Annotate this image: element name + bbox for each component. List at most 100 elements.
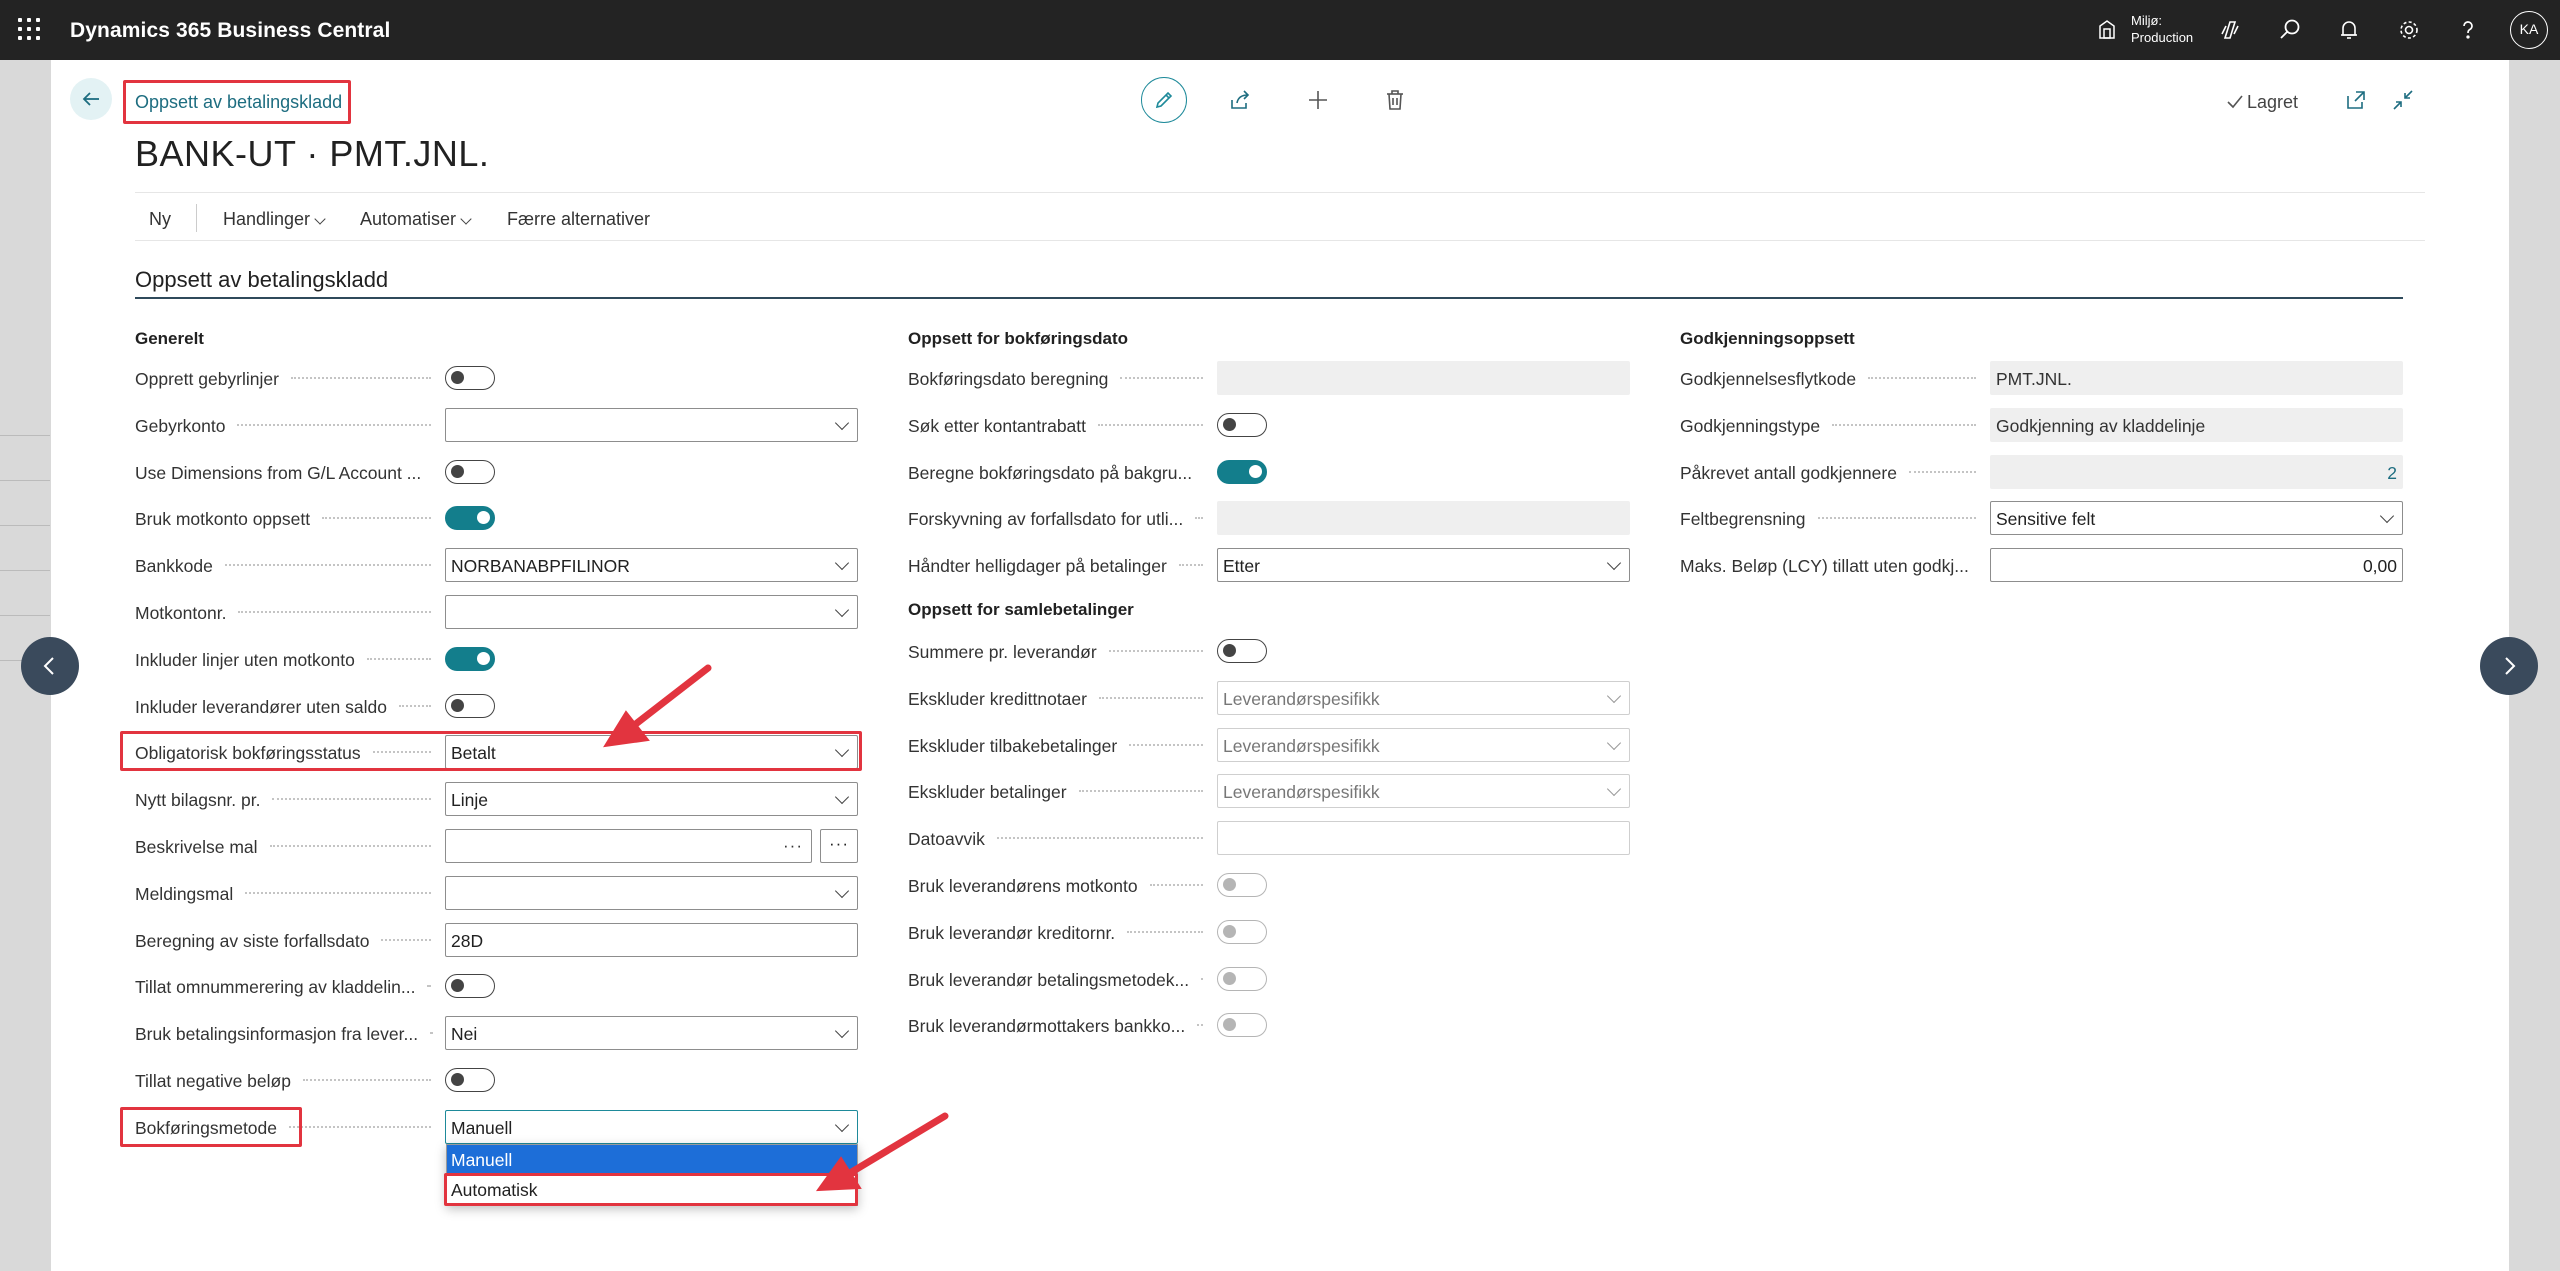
input-field[interactable]: 28D: [445, 923, 858, 957]
next-record-button[interactable]: [2480, 637, 2538, 695]
field-label[interactable]: Opprett gebyrlinjer: [135, 369, 279, 390]
fewer-options-action[interactable]: Færre alternativer: [507, 209, 650, 230]
toggle-switch[interactable]: [445, 460, 495, 484]
field-label[interactable]: Bruk leverandørmottakers bankko...: [908, 1016, 1185, 1037]
field-label[interactable]: Inkluder leverandører uten saldo: [135, 697, 387, 718]
field-value: Betalt: [451, 743, 496, 763]
select-field[interactable]: Etter: [1217, 548, 1630, 582]
new-action[interactable]: Ny: [149, 209, 171, 230]
select-field[interactable]: [445, 595, 858, 629]
toggle-switch[interactable]: [445, 1068, 495, 1092]
field-label[interactable]: Summere pr. leverandør: [908, 642, 1097, 663]
trash-icon[interactable]: [1383, 88, 1407, 112]
edit-button[interactable]: [1141, 77, 1187, 123]
actions-menu[interactable]: Handlinger: [223, 209, 326, 230]
field-label[interactable]: Bruk motkonto oppsett: [135, 509, 310, 530]
input-field[interactable]: ···: [445, 829, 812, 863]
field-value: Manuell: [451, 1118, 513, 1138]
field-label[interactable]: Maks. Beløp (LCY) tillatt uten godkj...: [1680, 556, 1969, 577]
select-field[interactable]: Linje: [445, 782, 858, 816]
field-label[interactable]: Godkjennelsesflytkode: [1680, 369, 1856, 390]
toggle-switch[interactable]: [1217, 413, 1267, 437]
toggle-switch[interactable]: [1217, 460, 1267, 484]
select-field[interactable]: NORBANABPFILINOR: [445, 548, 858, 582]
share-icon[interactable]: [1228, 88, 1252, 112]
toggle-switch[interactable]: [1217, 639, 1267, 663]
field-label[interactable]: Bruk betalingsinformasjon fra lever...: [135, 1024, 418, 1045]
field-label[interactable]: Meldingsmal: [135, 884, 233, 905]
label-leader-dots: [225, 564, 431, 566]
toggle-switch[interactable]: [445, 506, 495, 530]
field-row-bruk-leverand-rens-motkonto: Bruk leverandørens motkonto: [908, 868, 1630, 902]
field-label[interactable]: Ekskluder betalinger: [908, 782, 1067, 803]
select-field[interactable]: Nei: [445, 1016, 858, 1050]
select-field: Leverandørspesifikk: [1217, 728, 1630, 762]
open-new-window-icon[interactable]: [2344, 88, 2368, 112]
input-field: Godkjenning av kladdelinje: [1990, 408, 2403, 442]
toggle-switch[interactable]: [445, 974, 495, 998]
environment-label[interactable]: Miljø: Production: [2131, 12, 2193, 46]
collapse-icon[interactable]: [2391, 88, 2415, 112]
app-launcher-icon[interactable]: [18, 18, 40, 40]
field-label[interactable]: Motkontonr.: [135, 603, 226, 624]
app-title[interactable]: Dynamics 365 Business Central: [70, 19, 390, 43]
field-control: ··· ···: [445, 829, 858, 863]
field-label[interactable]: Søk etter kontantrabatt: [908, 416, 1086, 437]
field-label[interactable]: Bankkode: [135, 556, 213, 577]
label-leader-dots: [381, 939, 431, 941]
gear-icon[interactable]: [2396, 17, 2422, 43]
back-button[interactable]: [70, 78, 112, 120]
search-icon[interactable]: [2277, 17, 2303, 43]
field-label[interactable]: Use Dimensions from G/L Account ...: [135, 463, 421, 484]
toggle-switch[interactable]: [445, 647, 495, 671]
field-label[interactable]: Nytt bilagsnr. pr.: [135, 790, 260, 811]
field-label[interactable]: Beregning av siste forfallsdato: [135, 931, 369, 952]
label-leader-dots: [1868, 377, 1976, 379]
field-label[interactable]: Tillat negative beløp: [135, 1071, 291, 1092]
field-label[interactable]: Bokføringsdato beregning: [908, 369, 1108, 390]
input-field[interactable]: 0,00: [1990, 548, 2403, 582]
field-label[interactable]: Beregne bokføringsdato på bakgru...: [908, 463, 1192, 484]
automate-menu[interactable]: Automatiser: [360, 209, 472, 230]
label-leader-dots: [289, 1126, 431, 1128]
lookup-button[interactable]: ···: [820, 829, 858, 863]
field-label[interactable]: Godkjenningstype: [1680, 416, 1820, 437]
field-label[interactable]: Beskrivelse mal: [135, 837, 258, 858]
select-field[interactable]: Manuell: [445, 1110, 858, 1144]
select-field[interactable]: [445, 408, 858, 442]
field-label[interactable]: Påkrevet antall godkjennere: [1680, 463, 1897, 484]
field-label[interactable]: Datoavvik: [908, 829, 985, 850]
field-label[interactable]: Bruk leverandørens motkonto: [908, 876, 1138, 897]
label-leader-dots: [367, 658, 431, 660]
add-icon[interactable]: [1306, 88, 1330, 112]
previous-record-button[interactable]: [21, 637, 79, 695]
field-label[interactable]: Bruk leverandør kreditornr.: [908, 923, 1115, 944]
field-label[interactable]: Ekskluder kredittnotaer: [908, 689, 1087, 710]
dropdown-option-manual[interactable]: Manuell: [447, 1145, 857, 1174]
select-field[interactable]: Betalt: [445, 735, 858, 769]
field-label[interactable]: Ekskluder tilbakebetalinger: [908, 736, 1117, 757]
select-field[interactable]: [445, 876, 858, 910]
help-icon[interactable]: [2455, 17, 2481, 43]
field-label[interactable]: Tillat omnummerering av kladdelin...: [135, 977, 415, 998]
dropdown-option-automatic[interactable]: Automatisk: [447, 1175, 857, 1204]
bell-icon[interactable]: [2336, 17, 2362, 43]
section-title[interactable]: Oppsett av betalingskladd: [135, 267, 388, 293]
field-label[interactable]: Håndter helligdager på betalinger: [908, 556, 1167, 577]
field-label[interactable]: Forskyvning av forfallsdato for utli...: [908, 509, 1183, 530]
copilot-icon[interactable]: [2217, 17, 2243, 43]
field-label[interactable]: Obligatorisk bokføringsstatus: [135, 743, 361, 764]
user-avatar[interactable]: KA: [2510, 11, 2548, 49]
breadcrumb[interactable]: Oppsett av betalingskladd: [135, 92, 342, 113]
field-label[interactable]: Bruk leverandør betalingsmetodek...: [908, 970, 1189, 991]
field-label[interactable]: Inkluder linjer uten motkonto: [135, 650, 355, 671]
field-label[interactable]: Gebyrkonto: [135, 416, 225, 437]
select-field[interactable]: Sensitive felt: [1990, 501, 2403, 535]
field-label[interactable]: Feltbegrensning: [1680, 509, 1806, 530]
toggle-switch[interactable]: [445, 694, 495, 718]
toggle-switch[interactable]: [445, 366, 495, 390]
group-title-posting-date: Oppsett for bokføringsdato: [908, 329, 1129, 348]
field-label[interactable]: Bokføringsmetode: [135, 1118, 277, 1139]
environment-icon[interactable]: [2096, 18, 2118, 40]
chevron-down-icon: [834, 883, 850, 899]
